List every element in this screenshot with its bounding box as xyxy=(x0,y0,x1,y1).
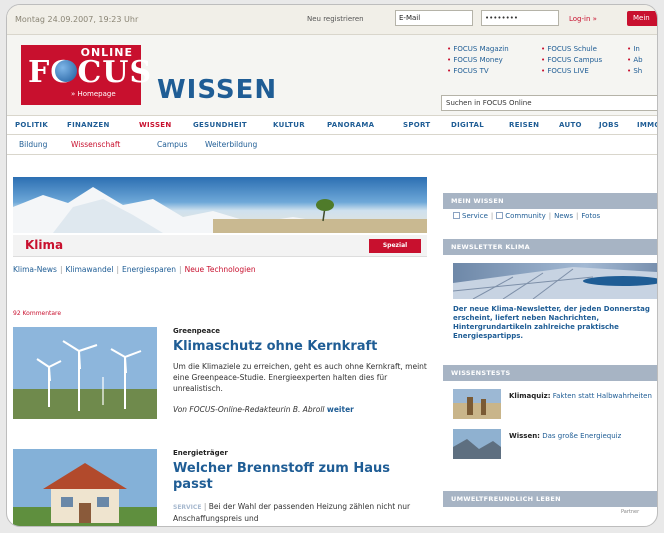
byline-author: Von FOCUS-Online-Redakteurin B. Abroll xyxy=(173,405,325,414)
article-teaser: Energieträger Welcher Brennstoff zum Hau… xyxy=(13,449,427,526)
article-byline: Von FOCUS-Online-Redakteurin B. Abroll w… xyxy=(173,405,354,414)
mein-link-community[interactable]: Community xyxy=(505,212,546,220)
klima-banner-image[interactable] xyxy=(13,177,427,233)
mein-link-news[interactable]: News xyxy=(554,212,573,220)
quiz-text: Das große Energiequiz xyxy=(542,432,622,440)
checkbox-icon[interactable] xyxy=(453,212,460,219)
homepage-link[interactable]: » Homepage xyxy=(71,90,116,98)
special-badge[interactable]: Spezial xyxy=(369,239,421,253)
email-field[interactable]: E-Mail xyxy=(395,10,473,26)
nav-item-politik[interactable]: POLITIK xyxy=(15,121,48,129)
klima-link-energiesparen[interactable]: Energiesparen xyxy=(122,265,176,274)
promo-link[interactable]: FOCUS Campus xyxy=(541,56,602,64)
promo-link[interactable]: Ab xyxy=(627,56,642,64)
globe-icon xyxy=(55,60,77,82)
comments-link[interactable]: 92 Kommentare xyxy=(13,310,61,317)
article-headline[interactable]: Klimaschutz ohne Kernkraft xyxy=(173,339,431,355)
checkbox-icon[interactable] xyxy=(496,212,504,219)
service-tag[interactable]: SERVICE xyxy=(173,504,201,511)
quiz-text: Fakten statt Halbwahrheiten xyxy=(552,392,652,400)
password-field[interactable]: •••••••• xyxy=(481,10,559,26)
browser-page: Montag 24.09.2007, 19:23 Uhr Neu registr… xyxy=(6,4,658,527)
umwelt-header: UMWELTFREUNDLICH LEBEN xyxy=(443,491,657,507)
article-kicker: Energieträger xyxy=(173,449,228,457)
newsletter-text[interactable]: Der neue Klima-Newsletter, der jeden Don… xyxy=(453,305,657,341)
quiz-thumbnail[interactable] xyxy=(453,389,501,419)
article-teaser-text: Bei der Wahl der passenden Heizung zähle… xyxy=(173,502,411,523)
top-bar: Montag 24.09.2007, 19:23 Uhr Neu registr… xyxy=(7,5,657,35)
article-kicker: Greenpeace xyxy=(173,327,221,335)
date-label: Montag 24.09.2007, 19:23 Uhr xyxy=(15,15,139,24)
mein-wissen-links: Service | Community | News | Fotos xyxy=(453,212,600,220)
mein-link-fotos[interactable]: Fotos xyxy=(581,212,600,220)
quiz-label: Wissen: xyxy=(509,432,540,440)
subnav-item-wissenschaft[interactable]: Wissenschaft xyxy=(71,140,120,149)
klima-link-technologien[interactable]: Neue Technologien xyxy=(185,265,256,274)
subnav-item-campus[interactable]: Campus xyxy=(157,140,188,149)
promo-link[interactable]: In xyxy=(627,45,640,53)
promo-link[interactable]: FOCUS TV xyxy=(447,67,488,75)
subnav-item-weiterbildung[interactable]: Weiterbildung xyxy=(205,140,257,149)
klima-title[interactable]: Klima xyxy=(25,238,63,252)
quiz-label: Klimaquiz: xyxy=(509,392,551,400)
article-teaser: Greenpeace Klimaschutz ohne Kernkraft Um… xyxy=(13,327,427,427)
article-teaser-body: SERVICE | Bei der Wahl der passenden Hei… xyxy=(173,502,411,523)
site-header: ONLINE FOCUS » Homepage WISSEN FOCUS Mag… xyxy=(7,35,657,115)
more-link[interactable]: weiter xyxy=(327,405,354,414)
nav-item-reisen[interactable]: REISEN xyxy=(509,121,539,129)
newsletter-header: NEWSLETTER KLIMA xyxy=(443,239,657,255)
focus-online-logo[interactable]: ONLINE FOCUS » Homepage xyxy=(21,45,151,105)
login-link[interactable]: Log-in » xyxy=(569,15,597,23)
mein-link-service[interactable]: Service xyxy=(462,212,488,220)
nav-item-wissen[interactable]: WISSEN xyxy=(139,121,172,129)
wissenstests-header: WISSENSTESTS xyxy=(443,365,657,381)
article-thumbnail[interactable] xyxy=(13,327,157,419)
newsletter-image[interactable] xyxy=(453,263,657,299)
promo-link[interactable]: FOCUS Money xyxy=(447,56,502,64)
article-headline[interactable]: Welcher Brennstoff zum Haus passt xyxy=(173,461,431,493)
nav-item-panorama[interactable]: PANORAMA xyxy=(327,121,374,129)
nav-item-immo[interactable]: IMMO xyxy=(637,121,657,129)
quiz-item[interactable]: Wissen: Das große Energiequiz xyxy=(509,431,657,441)
nav-item-sport[interactable]: SPORT xyxy=(403,121,430,129)
section-title: WISSEN xyxy=(157,75,278,105)
klima-link-klimawandel[interactable]: Klimawandel xyxy=(66,265,114,274)
quiz-item[interactable]: Klimaquiz: Fakten statt Halbwahrheiten xyxy=(509,391,657,401)
quiz-thumbnail[interactable] xyxy=(453,429,501,459)
klima-links: Klima-News | Klimawandel | Energiesparen | Neu… xyxy=(13,265,256,274)
klima-link-news[interactable]: Klima-News xyxy=(13,265,57,274)
promo-link[interactable]: FOCUS LIVE xyxy=(541,67,588,75)
sub-nav: Bildung Wissenschaft Campus Weiterbildun… xyxy=(7,135,657,155)
partner-label: Partner xyxy=(621,509,640,515)
nav-item-finanzen[interactable]: FINANZEN xyxy=(67,121,110,129)
nav-item-gesundheit[interactable]: GESUNDHEIT xyxy=(193,121,247,129)
promo-link[interactable]: FOCUS Schule xyxy=(541,45,597,53)
promo-link[interactable]: Sh xyxy=(627,67,642,75)
nav-item-jobs[interactable]: JOBS xyxy=(599,121,619,129)
article-teaser-text: Um die Klimaziele zu erreichen, geht es … xyxy=(173,362,427,393)
subnav-item-bildung[interactable]: Bildung xyxy=(19,140,47,149)
nav-item-kultur[interactable]: KULTUR xyxy=(273,121,305,129)
search-input[interactable]: Suchen in FOCUS Online xyxy=(441,95,657,111)
logo-focus-text: FOCUS xyxy=(28,55,153,90)
mein-wissen-header: MEIN WISSEN xyxy=(443,193,657,209)
article-thumbnail[interactable] xyxy=(13,449,157,526)
register-link[interactable]: Neu registrieren xyxy=(307,15,364,23)
nav-item-digital[interactable]: DIGITAL xyxy=(451,121,484,129)
main-nav: POLITIK FINANZEN WISSEN GESUNDHEIT KULTU… xyxy=(7,115,657,135)
promo-link[interactable]: FOCUS Magazin xyxy=(447,45,508,53)
mein-focus-button[interactable]: Mein xyxy=(627,11,657,26)
nav-item-auto[interactable]: AUTO xyxy=(559,121,582,129)
klima-title-bar: Klima Spezial xyxy=(13,235,427,257)
